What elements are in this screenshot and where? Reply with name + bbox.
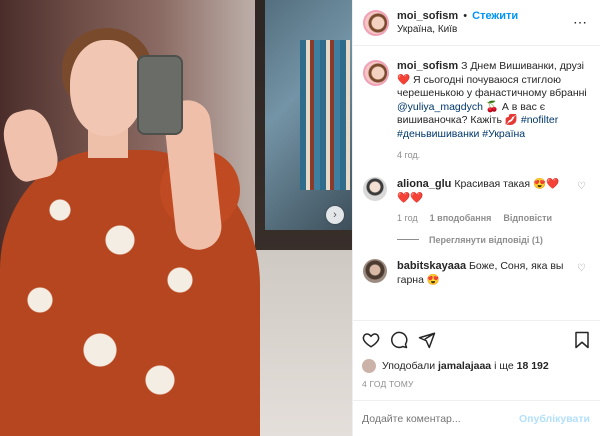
comment-avatar[interactable] <box>363 176 387 201</box>
comment-avatar[interactable] <box>363 258 387 283</box>
cherry-emoji-icon: 🍒 <box>485 100 499 113</box>
post-header: moi_sofism • Стежити Україна, Київ ⋯ <box>353 0 600 46</box>
publish-button[interactable]: Опублікувати <box>519 413 590 425</box>
caption-text-1: З Днем Вишиванки, друзі <box>461 60 585 72</box>
replies-divider <box>397 239 419 240</box>
comment-meta: 1 год 1 вподобання Відповісти <box>353 213 600 223</box>
comment-time: 1 год <box>397 212 418 223</box>
photo-face <box>70 40 144 136</box>
heart-icon[interactable] <box>362 331 380 349</box>
comment-item: babitskayaaa Боже, Соня, яка вы гарна 😍 … <box>353 258 600 287</box>
comment-username[interactable]: aliona_glu <box>397 178 451 190</box>
view-replies[interactable]: Переглянути відповіді (1) <box>353 235 600 245</box>
follow-button[interactable]: Стежити <box>472 10 518 22</box>
add-comment-bar: Опублікувати <box>352 400 600 436</box>
caption-text-2: Я сьогодні почуваюся стиглою черешенькою… <box>397 73 587 100</box>
photo-smartphone <box>137 55 183 135</box>
comment-likes[interactable]: 1 вподобання <box>430 213 492 223</box>
location-link[interactable]: Україна, Київ <box>397 23 518 36</box>
caption-time: 4 год. <box>397 150 421 160</box>
heart-emoji-icon: ❤️ <box>397 73 411 86</box>
header-username[interactable]: moi_sofism <box>397 10 458 22</box>
like-comment-icon[interactable]: ♡ <box>577 181 586 192</box>
likes-suffix: і ще <box>494 360 514 372</box>
photo-background-clothes-rack <box>300 40 350 190</box>
post-time: 4 ГОД ТОМУ <box>362 379 414 389</box>
avatar[interactable] <box>363 9 389 36</box>
likes-prefix: Уподобали <box>382 360 436 372</box>
liker-avatar[interactable] <box>362 359 376 373</box>
mention-link[interactable]: @yuliya_magdych <box>397 101 483 113</box>
kiss-emoji-icon: 💋 <box>504 114 518 126</box>
comment-input[interactable] <box>362 412 519 425</box>
post-caption: moi_sofism З Днем Вишиванки, друзі ❤️ Я … <box>353 46 600 163</box>
share-icon[interactable] <box>418 331 436 349</box>
liker-username[interactable]: jamalajaaa <box>438 360 491 372</box>
next-photo-button[interactable]: › <box>326 206 344 224</box>
heart-eyes-emoji-icon: 😍 <box>426 273 440 286</box>
more-options-icon[interactable]: ⋯ <box>573 14 588 31</box>
bookmark-icon[interactable] <box>574 331 590 349</box>
comment-username[interactable]: babitskayaaa <box>397 260 466 272</box>
caption-avatar[interactable] <box>363 60 389 86</box>
likes-count[interactable]: 18 192 <box>517 360 549 372</box>
comment-item: aliona_glu Красивая такая 😍❤️❤️❤️ ♡ <box>353 176 600 205</box>
like-comment-icon[interactable]: ♡ <box>577 263 586 274</box>
likes-summary: Уподобали jamalajaaa і ще 18 192 <box>362 359 590 373</box>
chevron-right-icon: › <box>333 209 337 221</box>
comment-text: Красивая такая <box>454 177 531 190</box>
reply-button[interactable]: Відповісти <box>503 213 552 223</box>
post-actions: Уподобали jamalajaaa і ще 18 192 4 ГОД Т… <box>352 320 600 389</box>
caption-username[interactable]: moi_sofism <box>397 60 458 72</box>
photo-waving-hand <box>0 105 62 185</box>
view-replies-label: Переглянути відповіді (1) <box>429 234 543 245</box>
header-separator: • <box>463 9 468 22</box>
post-photo[interactable] <box>0 0 352 436</box>
comment-icon[interactable] <box>390 331 408 349</box>
